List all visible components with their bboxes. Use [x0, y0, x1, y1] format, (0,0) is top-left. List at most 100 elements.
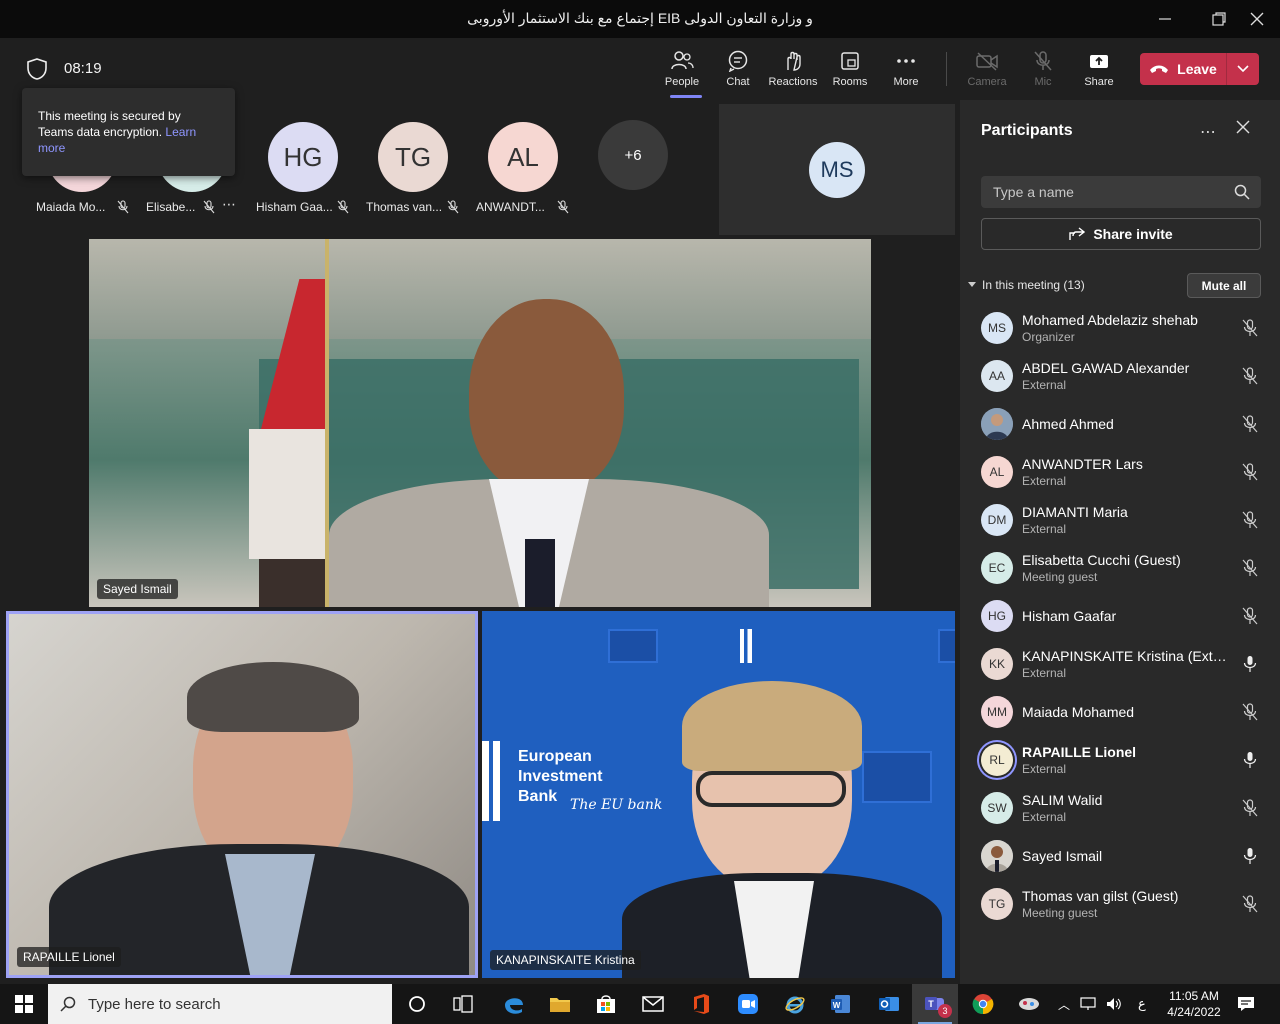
reactions-label: Reactions [768, 76, 818, 88]
zoom-icon[interactable] [725, 984, 771, 1024]
windows-start-icon[interactable] [0, 984, 48, 1024]
notifications-icon[interactable] [1226, 984, 1266, 1024]
store-icon[interactable] [583, 984, 629, 1024]
task-view-icon[interactable] [440, 984, 486, 1024]
video-tile-kanapinskaite[interactable]: European Investment Bank The EU bank KAN… [482, 611, 955, 978]
more-options-icon[interactable]: ⋯ [222, 196, 236, 213]
windows-taskbar: Type here to search W T 3 ︿ ع 11:05 AM 4… [0, 984, 1280, 1024]
keyboard-language[interactable]: ع [1138, 996, 1146, 1012]
camera-button[interactable]: Camera [959, 48, 1015, 100]
close-window-button[interactable] [1234, 0, 1280, 38]
gallery-item[interactable]: TG [363, 122, 463, 192]
participant-role: External [1022, 666, 1067, 680]
share-icon [1069, 227, 1086, 240]
office-icon[interactable] [678, 984, 724, 1024]
edge-icon[interactable] [491, 984, 537, 1024]
taskbar-search[interactable]: Type here to search [48, 984, 392, 1024]
participant-row[interactable]: DM DIAMANTI Maria External [960, 496, 1280, 544]
share-label: Share [1084, 76, 1114, 88]
mic-on-icon [1243, 848, 1257, 864]
video-tile-rapaille[interactable]: RAPAILLE Lionel [6, 611, 478, 978]
network-icon[interactable] [1080, 997, 1096, 1011]
mic-on-icon [1243, 752, 1257, 768]
leave-button[interactable]: Leave [1140, 53, 1259, 85]
close-icon[interactable] [1236, 120, 1250, 139]
avatar: MS [981, 312, 1013, 344]
share-button[interactable]: Share [1071, 48, 1127, 100]
volume-icon[interactable] [1106, 997, 1122, 1011]
rooms-icon [841, 52, 859, 70]
shield-icon[interactable] [26, 57, 48, 86]
participant-name: ANWANDT... [476, 200, 545, 214]
minimize-button[interactable] [1142, 0, 1188, 38]
tie [525, 539, 555, 607]
chat-button[interactable]: Chat [710, 48, 766, 100]
more-label: More [893, 76, 919, 88]
chevron-down-icon[interactable] [1227, 65, 1259, 73]
network-app-icon[interactable] [1006, 984, 1052, 1024]
caret-down-icon [968, 282, 976, 287]
participant-list: MS Mohamed Abdelaziz shehab Organizer AA… [960, 304, 1280, 928]
cortana-icon[interactable] [394, 984, 440, 1024]
eib-script: The EU bank [570, 797, 663, 813]
outlook-icon[interactable] [866, 984, 912, 1024]
avatar: AL [981, 456, 1013, 488]
teams-icon[interactable]: T 3 [912, 984, 958, 1024]
mic-label: Mic [1034, 76, 1052, 88]
search-icon[interactable] [1234, 184, 1250, 205]
avatar: MM [981, 696, 1013, 728]
more-button[interactable]: More [878, 48, 934, 100]
participant-row[interactable]: MS Mohamed Abdelaziz shehab Organizer [960, 304, 1280, 352]
participant-label: Sayed Ismail [97, 579, 178, 599]
mic-button[interactable]: Mic [1015, 48, 1071, 100]
participant-row[interactable]: Ahmed Ahmed [960, 400, 1280, 448]
participant-row[interactable]: SW SALIM Walid External [960, 784, 1280, 832]
eib-text: European [518, 748, 592, 765]
mute-all-button[interactable]: Mute all [1187, 273, 1261, 298]
video-tile-main[interactable]: Sayed Ismail [89, 239, 871, 607]
internet-explorer-icon[interactable] [772, 984, 818, 1024]
svg-text:T: T [928, 999, 934, 1009]
participant-name: Sayed Ismail [1022, 848, 1103, 864]
mail-icon[interactable] [630, 984, 676, 1024]
mic-off-icon [1242, 367, 1258, 385]
chrome-icon[interactable] [960, 984, 1006, 1024]
eib-text: Investment [518, 768, 603, 785]
gallery-item[interactable]: AL [473, 122, 573, 192]
share-icon [1090, 55, 1108, 68]
mic-on-icon [1243, 656, 1257, 672]
reactions-button[interactable]: Reactions [765, 48, 821, 100]
participant-name: Thomas van gilst (Guest) [1022, 888, 1179, 904]
mic-off-icon [1242, 895, 1258, 913]
participant-row[interactable]: RL RAPAILLE Lionel External [960, 736, 1280, 784]
pinned-participant-tile[interactable]: MS [719, 104, 955, 235]
taskbar-clock[interactable]: 11:05 AM 4/24/2022 [1160, 988, 1228, 1020]
file-explorer-icon[interactable] [537, 984, 583, 1024]
section-header[interactable]: In this meeting (13) [968, 278, 1085, 292]
participant-row[interactable]: TG Thomas van gilst (Guest) Meeting gues… [960, 880, 1280, 928]
section-title: In this meeting (13) [982, 278, 1085, 292]
participant-row[interactable]: EC Elisabetta Cucchi (Guest) Meeting gue… [960, 544, 1280, 592]
avatar [981, 840, 1013, 872]
rooms-button[interactable]: Rooms [822, 48, 878, 100]
participant-row[interactable]: Sayed Ismail [960, 832, 1280, 880]
people-button[interactable]: People [654, 48, 710, 100]
chevron-up-icon[interactable]: ︿ [1058, 996, 1070, 1013]
mic-off-icon [557, 200, 569, 214]
leave-main[interactable]: Leave [1140, 61, 1226, 77]
overflow-participants-button[interactable]: +6 [598, 120, 668, 190]
participant-row[interactable]: AL ANWANDTER Lars External [960, 448, 1280, 496]
participant-row[interactable]: HG Hisham Gaafar [960, 592, 1280, 640]
participant-role: Meeting guest [1022, 906, 1098, 920]
gallery-item[interactable]: HG [253, 122, 353, 192]
participant-name: Elisabe... [146, 200, 196, 214]
participant-row[interactable]: AA ABDEL GAWAD Alexander External [960, 352, 1280, 400]
share-invite-button[interactable]: Share invite [981, 218, 1261, 250]
participant-name: Ahmed Ahmed [1022, 416, 1114, 432]
more-options-icon[interactable]: ⋯ [1200, 122, 1217, 142]
word-icon[interactable]: W [818, 984, 864, 1024]
participant-row[interactable]: KK KANAPINSKAITE Kristina (Extern... Ext… [960, 640, 1280, 688]
participant-search-input[interactable] [981, 176, 1261, 208]
participant-row[interactable]: MM Maiada Mohamed [960, 688, 1280, 736]
mic-off-icon [1242, 415, 1258, 433]
